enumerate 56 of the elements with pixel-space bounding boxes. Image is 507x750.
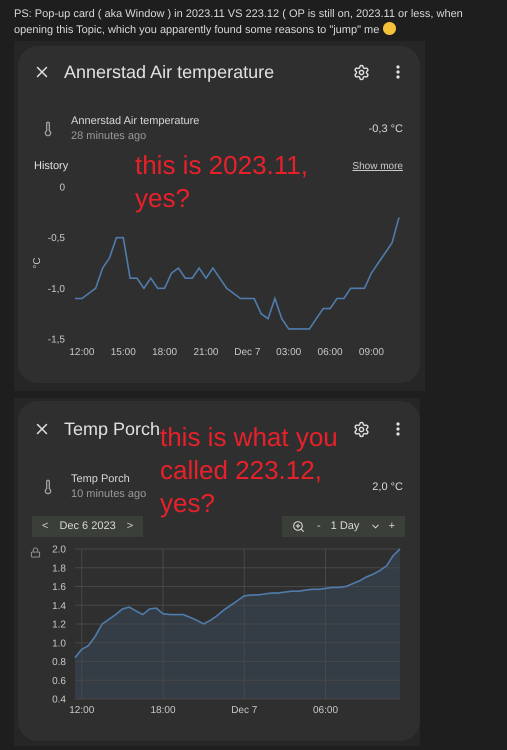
next-button[interactable]: > (126, 518, 134, 535)
axis-label: 0.4 (52, 694, 66, 706)
entity-name: Temp Porch (71, 472, 131, 487)
axis-title: °C (32, 256, 43, 268)
annotation-text: this is 2023.11, yes? (135, 149, 308, 215)
emoji-icon (383, 22, 396, 35)
axis-label: 12:00 (69, 346, 94, 358)
axis-label: 0.6 (52, 676, 66, 687)
zoom-in-button[interactable]: + (388, 518, 395, 535)
axis-label: 2.0 (52, 544, 66, 556)
more-button[interactable] (396, 422, 400, 436)
entity-value: 2,0 °C (372, 480, 403, 495)
axis-label: 12:00 (69, 705, 94, 716)
dialog-title: Temp Porch (64, 418, 160, 439)
zoom-icon (292, 520, 305, 533)
axis-label: 1.2 (52, 620, 66, 630)
axis-label: 1.4 (52, 600, 66, 612)
history-label: History (34, 159, 68, 174)
axis-label: 1.8 (52, 563, 66, 574)
axis-label: -0,5 (48, 232, 65, 244)
axis-label: 03:00 (276, 346, 302, 358)
more-button[interactable] (396, 65, 400, 79)
axis-label: 09:00 (358, 346, 384, 358)
axis-label: 1.0 (52, 638, 66, 650)
axis-label: 1.6 (52, 582, 66, 593)
lock-icon (30, 547, 41, 558)
entity-value: -0,3 °C (368, 122, 403, 137)
more-icon (396, 422, 400, 436)
entity-name: Annerstad Air temperature (71, 114, 200, 129)
last-changed: 28 minutes ago (71, 129, 148, 144)
dialog-title: Annerstad Air temperature (64, 60, 274, 84)
axis-label: 18:00 (152, 346, 178, 358)
zoom-out-button[interactable]: - (317, 518, 321, 535)
settings-icon (353, 420, 370, 438)
settings-icon (353, 64, 370, 80)
show-more-link[interactable]: Show more (352, 158, 403, 174)
axis-label: 0 (59, 182, 65, 193)
last-changed: 10 minutes ago (71, 487, 148, 502)
previous-button[interactable]: < (42, 518, 48, 535)
axis-label: 06:00 (313, 705, 338, 716)
settings-button[interactable] (353, 420, 370, 438)
axis-label: 0.8 (52, 657, 66, 668)
axis-label: Dec 7 (231, 705, 258, 716)
axis-label: 21:00 (193, 346, 218, 358)
annotation-text: this is what you called 223.12, yes? (160, 421, 338, 520)
more-icon (396, 65, 400, 79)
axis-label: 15:00 (110, 346, 136, 358)
axis-label: Dec 7 (234, 346, 260, 358)
post-text: PS: Pop-up card ( aka Window ) in 2023.11 VS 223.12 ( OP is still on, 2023.11 or less, when opening this Topic, which you apparently found some reasons to "jump" me (13, 7, 464, 38)
axis-label: -1,5 (48, 334, 65, 345)
axis-label: 06:00 (318, 346, 343, 358)
axis-label: 18:00 (150, 705, 176, 716)
date-label: Dec 6 2023 (59, 519, 116, 534)
settings-button[interactable] (353, 64, 370, 80)
range-label: 1 Day (330, 519, 360, 534)
axis-label: -1,0 (48, 283, 65, 294)
